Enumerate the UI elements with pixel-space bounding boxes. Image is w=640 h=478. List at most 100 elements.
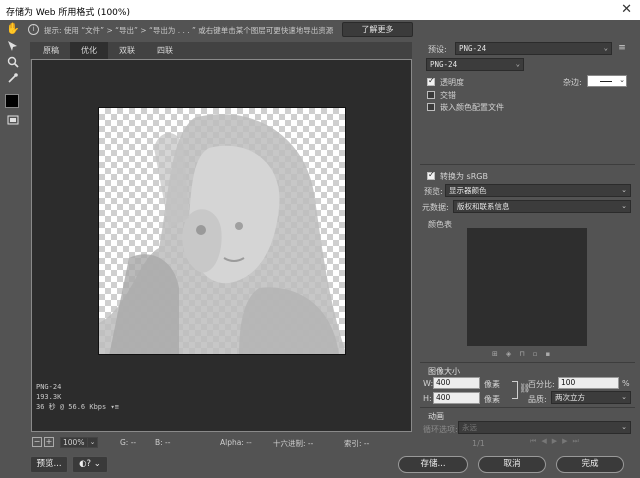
hint-text: 提示: 使用 “文件” > “导出” > “导出为 . . . ” 或右键单击某… xyxy=(44,26,334,35)
delete-color-icon[interactable]: ▪ xyxy=(545,350,558,358)
animation-title: 动画 xyxy=(428,412,444,421)
image-size-title: 图像大小 xyxy=(428,367,460,376)
constrain-proportions-bracket xyxy=(512,381,518,399)
title-bar: 存储为 Web 所用格式 (100%) ✕ xyxy=(0,0,640,20)
zoom-in-icon[interactable]: + xyxy=(44,437,54,447)
divider xyxy=(420,362,635,363)
play-icon[interactable]: ▶ xyxy=(552,437,562,445)
web-snap-icon[interactable]: ◈ xyxy=(506,350,519,358)
info-format: PNG-24 xyxy=(36,383,62,391)
color-table[interactable] xyxy=(467,228,587,346)
info-icon: i xyxy=(28,24,39,35)
preview-image xyxy=(98,107,346,355)
map-color-icon[interactable]: ⊞ xyxy=(492,350,506,358)
learn-more-button[interactable]: 了解更多 xyxy=(342,22,413,37)
chevron-down-icon: ⌄ xyxy=(621,393,627,401)
preset-menu-icon[interactable]: ≡ xyxy=(616,43,628,54)
matte-select[interactable]: ⌄ xyxy=(587,75,627,87)
eyedropper-tool-icon[interactable] xyxy=(6,72,20,86)
prev-frame-icon[interactable]: ◀ xyxy=(541,437,551,445)
first-frame-icon[interactable]: ⏮ xyxy=(530,437,541,445)
readout-hex: 十六进制: -- xyxy=(273,439,314,448)
format-select[interactable]: PNG-24 ⌄ xyxy=(426,58,524,71)
divider xyxy=(420,407,635,408)
preview-browser-button[interactable]: 预览... xyxy=(30,456,68,473)
zoom-tool-icon[interactable] xyxy=(6,56,20,70)
embed-profile-checkbox[interactable] xyxy=(427,103,435,111)
window-title: 存储为 Web 所用格式 (100%) xyxy=(6,8,130,18)
metadata-label: 元数据: xyxy=(422,203,449,212)
color-table-label: 颜色表 xyxy=(428,220,452,229)
next-frame-icon[interactable]: ▶ xyxy=(562,437,572,445)
preset-label: 预设: xyxy=(428,45,447,54)
tab-optimized[interactable]: 优化 xyxy=(70,42,108,59)
tool-column: ✋ xyxy=(3,22,23,132)
view-tabs: 原稿 优化 双联 四联 xyxy=(30,42,412,59)
quality-label: 品质: xyxy=(528,395,547,404)
matte-none-icon xyxy=(600,81,612,82)
chevron-down-icon: ⌄ xyxy=(619,76,625,84)
width-label: W: xyxy=(423,379,434,388)
toggle-slices-icon[interactable] xyxy=(6,114,20,128)
zoom-dropdown-icon[interactable]: ⌄ xyxy=(87,437,98,448)
chevron-down-icon: ⌄ xyxy=(621,423,627,431)
percent-unit: % xyxy=(622,379,630,388)
preset-select[interactable]: PNG-24 ⌄ xyxy=(455,42,612,55)
readout-b: B: -- xyxy=(155,438,171,447)
percent-label: 百分比: xyxy=(528,380,555,389)
animation-controls: ⏮◀▶▶⏭ xyxy=(530,437,632,448)
metadata-select[interactable]: 版权和联系信息 ⌄ xyxy=(453,200,631,213)
preview-canvas[interactable]: PNG-24 193.3K 36 秒 @ 56.6 Kbps ▾≡ xyxy=(31,59,412,432)
tab-original[interactable]: 原稿 xyxy=(32,42,70,59)
tab-4-up[interactable]: 四联 xyxy=(146,42,184,59)
interlaced-checkbox[interactable] xyxy=(427,91,435,99)
divider xyxy=(420,164,635,165)
interlaced-label: 交错 xyxy=(440,91,456,100)
cancel-button[interactable]: 取消 xyxy=(478,456,546,473)
preview-label: 预览: xyxy=(424,187,443,196)
browser-dropdown-icon: ⌄ xyxy=(93,459,101,469)
slice-select-tool-icon[interactable] xyxy=(6,40,20,54)
readout-g: G: -- xyxy=(120,438,137,447)
convert-srgb-label: 转换为 sRGB xyxy=(440,172,488,181)
width-unit: 像素 xyxy=(484,380,500,389)
height-input[interactable]: 400 xyxy=(433,392,480,404)
settings-panel: 预设: PNG-24⌄ ≡ PNG-24⌄ 透明度 杂边: ⌄ 交错 嵌入颜色配… xyxy=(420,40,635,450)
preview-select[interactable]: 显示器颜色 ⌄ xyxy=(445,184,631,197)
loop-label: 循环选项: xyxy=(423,425,458,434)
close-icon[interactable]: ✕ xyxy=(621,2,632,17)
chevron-down-icon: ⌄ xyxy=(621,202,627,210)
new-color-icon[interactable]: ▫ xyxy=(533,350,546,358)
tab-2-up[interactable]: 双联 xyxy=(108,42,146,59)
eyedropper-color-swatch[interactable] xyxy=(5,94,19,108)
chevron-down-icon: ⌄ xyxy=(603,44,608,52)
hand-tool-icon[interactable]: ✋ xyxy=(6,22,20,36)
info-menu-icon[interactable]: ▾≡ xyxy=(110,403,118,411)
lock-color-icon[interactable]: ⊓ xyxy=(519,350,532,358)
info-size: 193.3K xyxy=(36,393,62,401)
transparency-checkbox[interactable] xyxy=(427,76,435,86)
info-time: 36 秒 @ 56.6 Kbps ▾≡ xyxy=(36,403,119,411)
transparency-label: 透明度 xyxy=(440,78,464,87)
width-input[interactable]: 400 xyxy=(433,377,480,389)
zoom-out-icon[interactable]: − xyxy=(32,437,42,447)
matte-label: 杂边: xyxy=(563,78,582,87)
color-table-tools: ⊞◈⊓▫▪ xyxy=(492,350,612,360)
status-bar: − + 100% ⌄ G: -- B: -- Alpha: -- 十六进制: -… xyxy=(30,437,412,449)
chevron-down-icon: ⌄ xyxy=(621,186,627,194)
height-unit: 像素 xyxy=(484,395,500,404)
loop-select[interactable]: 永远 ⌄ xyxy=(458,421,631,434)
chevron-down-icon: ⌄ xyxy=(515,60,520,68)
optimization-info: PNG-24 193.3K 36 秒 @ 56.6 Kbps ▾≡ xyxy=(36,382,119,412)
save-button[interactable]: 存储... xyxy=(398,456,468,473)
frame-counter: 1/1 xyxy=(472,439,485,448)
done-button[interactable]: 完成 xyxy=(556,456,624,473)
browser-select-button[interactable]: ◐? ⌄ xyxy=(72,456,108,473)
quality-select[interactable]: 两次立方 ⌄ xyxy=(551,391,631,404)
readout-alpha: Alpha: -- xyxy=(220,438,252,447)
last-frame-icon[interactable]: ⏭ xyxy=(572,437,583,445)
height-label: H: xyxy=(423,394,432,403)
browser-globe-icon: ◐? xyxy=(79,459,92,469)
convert-srgb-checkbox[interactable] xyxy=(427,170,435,180)
percent-input[interactable]: 100 xyxy=(558,377,619,389)
